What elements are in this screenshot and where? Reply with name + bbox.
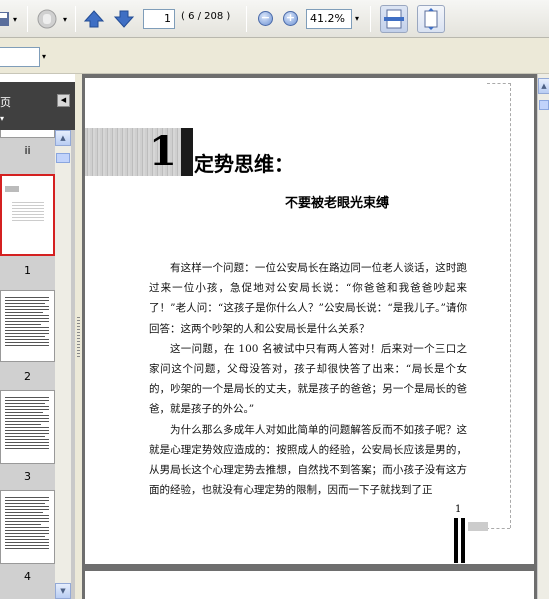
crop-mark bbox=[510, 83, 511, 528]
toolbar-separator bbox=[246, 6, 247, 32]
paragraph: 为什么那么多成年人对如此简单的问题解答反而不如孩子呢？这就是心理定势效应造成的：… bbox=[149, 423, 467, 497]
hand-tool-dropdown[interactable]: ▾ bbox=[61, 7, 69, 31]
fit-width-icon bbox=[384, 9, 404, 29]
navigation-pane: 页 ◀ ▾ ii 1 2 3 4 ▲ ▼ bbox=[0, 74, 75, 599]
next-document-page bbox=[85, 571, 534, 599]
panel-options-button[interactable]: ▾ bbox=[0, 114, 4, 123]
thumbnail-preview bbox=[5, 297, 49, 346]
zoom-in-button[interactable]: + bbox=[283, 11, 298, 26]
paragraph: 这一问题，在 100 名被试中只有两人答对！后来对一个三口之家问这个问题，父母没… bbox=[149, 342, 467, 416]
chapter-subtitle: 不要被老眼光束缚 bbox=[284, 196, 389, 211]
paragraph: 有这样一个问题：一位公安局长在路边同一位老人谈话，这时跑过来一位小孩，急促地对公… bbox=[149, 262, 467, 335]
thumbnail-scrollbar[interactable]: ▲ ▼ bbox=[55, 130, 71, 599]
page-thumbnail-label: 2 bbox=[24, 370, 31, 383]
body-text: 有这样一个问题：一位公安局长在路边同一位老人谈话，这时跑过来一位小孩，急促地对公… bbox=[149, 258, 467, 500]
pane-splitter[interactable] bbox=[75, 74, 82, 599]
splitter-grip bbox=[77, 317, 80, 357]
chapter-title: 定势思维： bbox=[194, 152, 294, 176]
previous-page-button[interactable] bbox=[82, 7, 106, 31]
document-scrollbar[interactable]: ▲ bbox=[537, 74, 549, 599]
thumbnail-preview bbox=[5, 186, 44, 221]
page-thumbnail[interactable] bbox=[0, 290, 55, 362]
scroll-thumb[interactable] bbox=[539, 100, 549, 110]
find-dropdown[interactable]: ▾ bbox=[42, 47, 46, 67]
page-footer-number: 1 bbox=[455, 504, 462, 515]
pages-panel-title: 页 bbox=[0, 96, 11, 109]
page-thumbnail[interactable] bbox=[0, 130, 55, 138]
page-thumbnail-current[interactable] bbox=[0, 174, 55, 256]
scroll-thumb[interactable] bbox=[56, 153, 70, 163]
chapter-bar bbox=[181, 128, 193, 176]
zoom-out-button[interactable]: − bbox=[258, 11, 273, 26]
hand-icon bbox=[37, 9, 57, 29]
toolbar-separator bbox=[75, 6, 76, 32]
zoom-dropdown[interactable]: ▾ bbox=[352, 9, 362, 29]
fit-page-button[interactable] bbox=[417, 5, 445, 33]
arrow-down-icon bbox=[113, 10, 135, 28]
toolbar-separator bbox=[370, 6, 371, 32]
scroll-up-button[interactable]: ▲ bbox=[55, 130, 71, 146]
floppy-icon bbox=[0, 12, 9, 26]
page-thumbnails: ii 1 2 3 4 bbox=[0, 130, 55, 599]
page-marker-block bbox=[468, 522, 488, 531]
page-thumbnail-label: ii bbox=[24, 144, 31, 157]
crop-mark bbox=[487, 83, 511, 84]
thumbnail-preview bbox=[5, 497, 49, 549]
document-view: 1 定势思维： 不要被老眼光束缚 有这样一个问题：一位公安局长在路边同一位老人谈… bbox=[82, 74, 537, 599]
page-thumbnail[interactable] bbox=[0, 390, 55, 464]
next-page-button[interactable] bbox=[112, 7, 136, 31]
find-input[interactable] bbox=[0, 47, 40, 67]
fit-width-button[interactable] bbox=[380, 5, 408, 33]
page-thumbnail-label: 4 bbox=[24, 570, 31, 583]
pages-panel-header: 页 ◀ ▾ bbox=[0, 82, 75, 130]
fit-page-icon bbox=[424, 8, 438, 30]
scroll-down-button[interactable]: ▼ bbox=[55, 583, 71, 599]
hand-tool-button[interactable] bbox=[34, 7, 60, 31]
page-marker-bar bbox=[454, 518, 458, 563]
zoom-level-input[interactable]: 41.2% bbox=[306, 9, 352, 29]
collapse-panel-button[interactable]: ◀ bbox=[57, 94, 70, 107]
secondary-toolbar: ▾ bbox=[0, 38, 549, 74]
save-dropdown[interactable]: ▾ bbox=[11, 7, 19, 31]
page-marker-bar bbox=[461, 518, 465, 563]
page-number-input[interactable]: 1 bbox=[143, 9, 175, 29]
scroll-up-button[interactable]: ▲ bbox=[538, 78, 549, 94]
toolbar-separator bbox=[27, 6, 28, 32]
page-thumbnail[interactable] bbox=[0, 490, 55, 564]
chapter-number: 1 bbox=[149, 128, 177, 175]
arrow-up-icon bbox=[83, 10, 105, 28]
main-toolbar: ▾ ▾ 1 ( 6 / 208 ) − + 41.2% ▾ bbox=[0, 0, 549, 38]
page-count: ( 6 / 208 ) bbox=[181, 11, 231, 22]
document-page: 1 定势思维： 不要被老眼光束缚 有这样一个问题：一位公安局长在路边同一位老人谈… bbox=[85, 78, 534, 564]
page-thumbnail-label: 1 bbox=[24, 264, 31, 277]
page-thumbnail-label: 3 bbox=[24, 470, 31, 483]
thumbnail-preview bbox=[5, 397, 49, 449]
